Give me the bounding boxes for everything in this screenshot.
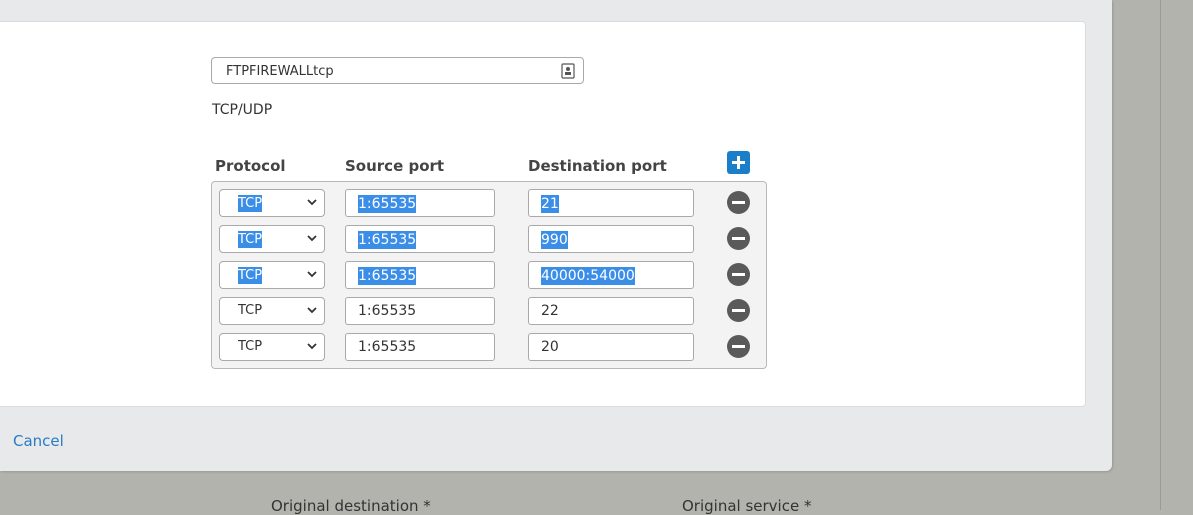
protocol-select[interactable]: TCP bbox=[219, 189, 325, 217]
cancel-link[interactable]: Cancel bbox=[13, 432, 64, 450]
scrollbar-divider bbox=[1160, 0, 1161, 510]
destination-port-value: 22 bbox=[541, 303, 559, 319]
protocol-value: TCP bbox=[238, 267, 263, 284]
protocol-select[interactable]: TCP bbox=[219, 225, 325, 253]
chevron-down-icon bbox=[307, 199, 317, 206]
source-port-input[interactable]: 1:65535 bbox=[345, 189, 495, 217]
remove-row-button[interactable] bbox=[727, 263, 750, 286]
source-port-value: 1:65535 bbox=[358, 195, 417, 213]
original-service-label: Original service * bbox=[682, 497, 812, 515]
remove-row-button[interactable] bbox=[727, 299, 750, 322]
service-type-label: TCP/UDP bbox=[212, 102, 273, 118]
destination-port-value: 990 bbox=[541, 231, 568, 249]
destination-port-input[interactable]: 990 bbox=[528, 225, 694, 253]
remove-row-button[interactable] bbox=[727, 191, 750, 214]
table-row: TCP 1:65535 22 bbox=[212, 297, 766, 325]
table-row: TCP 1:65535 990 bbox=[212, 225, 766, 253]
destination-port-value: 40000:54000 bbox=[541, 267, 635, 285]
source-port-input[interactable]: 1:65535 bbox=[345, 261, 495, 289]
destination-port-value: 21 bbox=[541, 195, 559, 213]
protocol-column-header: Protocol bbox=[215, 157, 286, 175]
original-destination-label: Original destination * bbox=[271, 497, 431, 515]
destination-port-input[interactable]: 40000:54000 bbox=[528, 261, 694, 289]
destination-port-value: 20 bbox=[541, 339, 559, 355]
source-port-value: 1:65535 bbox=[358, 303, 417, 319]
destination-port-column-header: Destination port bbox=[528, 157, 667, 175]
table-row: TCP 1:65535 20 bbox=[212, 333, 766, 361]
source-port-value: 1:65535 bbox=[358, 339, 417, 355]
protocol-value: TCP bbox=[238, 231, 263, 248]
destination-port-input[interactable]: 21 bbox=[528, 189, 694, 217]
protocol-value: TCP bbox=[238, 303, 263, 318]
chevron-down-icon bbox=[307, 235, 317, 242]
contact-card-icon bbox=[561, 63, 575, 79]
chevron-down-icon bbox=[307, 307, 317, 314]
table-row: TCP 1:65535 21 bbox=[212, 189, 766, 217]
source-port-input[interactable]: 1:65535 bbox=[345, 297, 495, 325]
source-port-input[interactable]: 1:65535 bbox=[345, 225, 495, 253]
service-name-value: FTPFIREWALLtcp bbox=[226, 64, 334, 79]
remove-row-button[interactable] bbox=[727, 227, 750, 250]
source-port-value: 1:65535 bbox=[358, 267, 417, 285]
source-port-column-header: Source port bbox=[345, 157, 445, 175]
add-row-button[interactable] bbox=[727, 151, 750, 174]
chevron-down-icon bbox=[307, 271, 317, 278]
protocol-select[interactable]: TCP bbox=[219, 261, 325, 289]
protocol-value: TCP bbox=[238, 195, 263, 212]
destination-port-input[interactable]: 20 bbox=[528, 333, 694, 361]
edit-service-dialog: FTPFIREWALLtcp TCP/UDP Protocol Source p… bbox=[0, 0, 1112, 471]
table-row: TCP 1:65535 40000:54000 bbox=[212, 261, 766, 289]
destination-port-input[interactable]: 22 bbox=[528, 297, 694, 325]
remove-row-button[interactable] bbox=[727, 335, 750, 358]
port-rows-table: TCP 1:65535 21 TCP 1:65535 990 TCP 1:65535 40000… bbox=[211, 181, 767, 369]
service-name-field[interactable]: FTPFIREWALLtcp bbox=[211, 57, 584, 84]
protocol-select[interactable]: TCP bbox=[219, 297, 325, 325]
source-port-input[interactable]: 1:65535 bbox=[345, 333, 495, 361]
protocol-value: TCP bbox=[238, 339, 263, 354]
protocol-select[interactable]: TCP bbox=[219, 333, 325, 361]
source-port-value: 1:65535 bbox=[358, 231, 417, 249]
chevron-down-icon bbox=[307, 343, 317, 350]
